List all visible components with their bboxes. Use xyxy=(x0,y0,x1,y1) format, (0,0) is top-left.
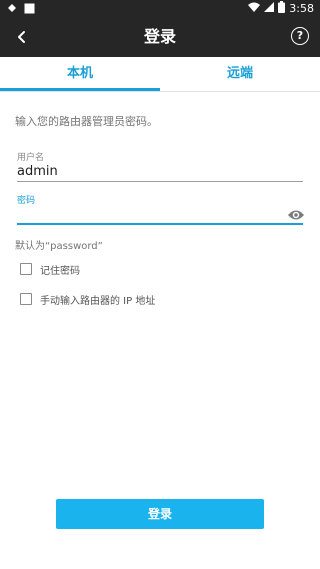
status-right: 3:58 xyxy=(248,1,314,16)
login-button[interactable]: 登录 xyxy=(56,499,264,529)
tab-local[interactable]: 本机 xyxy=(0,57,160,91)
notification-icon xyxy=(6,2,18,17)
battery-icon xyxy=(278,1,286,16)
status-left xyxy=(6,2,35,17)
wifi-icon xyxy=(248,2,261,16)
tab-indicator xyxy=(0,88,160,91)
username-label: 用户名 xyxy=(17,153,45,163)
remember-password-checkbox[interactable] xyxy=(20,263,32,275)
app-bar: 登录 ? xyxy=(0,17,320,57)
status-bar: 3:58 xyxy=(0,0,320,17)
username-underline xyxy=(17,181,303,182)
status-time: 3:58 xyxy=(289,2,314,15)
remember-password-label: 记住密码 xyxy=(40,265,80,277)
manual-ip-row[interactable]: 手动输入路由器的 IP 地址 xyxy=(20,292,156,307)
tab-remote[interactable]: 远端 xyxy=(160,57,320,91)
manual-ip-label: 手动输入路由器的 IP 地址 xyxy=(40,295,156,307)
signal-icon xyxy=(264,1,275,16)
default-password-hint: 默认为“password” xyxy=(15,241,103,252)
password-underline xyxy=(17,223,303,225)
eye-icon[interactable] xyxy=(287,207,305,221)
page-title: 登录 xyxy=(143,27,176,46)
help-icon[interactable]: ? xyxy=(291,27,309,45)
username-field[interactable]: admin xyxy=(17,164,58,179)
instruction-text: 输入您的路由器管理员密码。 xyxy=(15,115,158,128)
manual-ip-checkbox[interactable] xyxy=(20,293,32,305)
remember-password-row[interactable]: 记住密码 xyxy=(20,262,80,277)
tab-bar: 本机 远端 xyxy=(0,57,320,92)
password-field[interactable] xyxy=(17,204,279,222)
square-icon xyxy=(24,3,35,17)
